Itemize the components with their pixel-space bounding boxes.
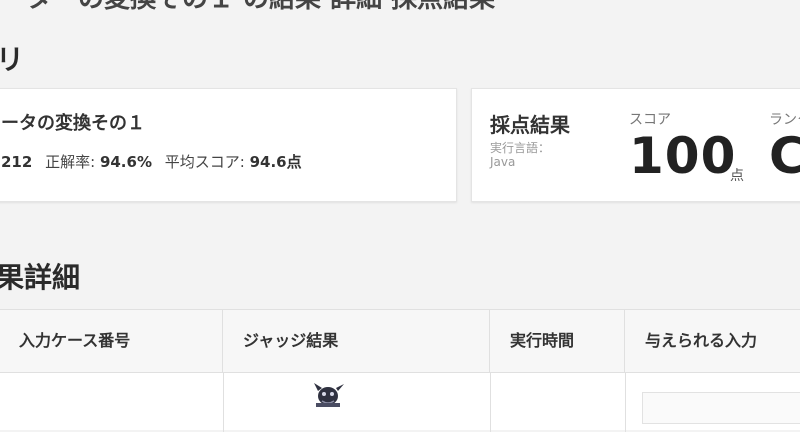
avg-score-label: 平均スコア: — [164, 153, 245, 171]
submission-count: 212 — [1, 153, 33, 171]
table-divider — [223, 372, 224, 432]
score-unit: 点 — [730, 168, 744, 184]
rank-label: ランク — [769, 112, 800, 128]
table-divider — [490, 372, 491, 432]
accuracy-value: 94.6% — [99, 153, 152, 171]
language-label: 実行言語： — [490, 141, 551, 155]
problem-card: ータの変換その１ 212 正解率: 94.6% 平均スコア: 94.6点 — [0, 88, 457, 202]
rank-value: C — [769, 127, 800, 185]
avg-score-value: 94.6点 — [249, 153, 302, 171]
result-card: 採点結果 実行言語： Java スコア 100 点 ランク C — [471, 88, 800, 202]
character-avatar-icon — [308, 381, 348, 407]
summary-heading: リ — [0, 43, 25, 76]
table-header: 入力ケース番号 ジャッジ結果 実行時間 与えられる入力 — [0, 310, 800, 373]
score-label: スコア — [629, 112, 671, 128]
col-given-input: 与えられる入力 — [645, 331, 758, 350]
col-exec-time: 実行時間 — [490, 310, 625, 372]
details-heading: 果詳細 — [0, 261, 81, 294]
problem-title: ータの変換その１ — [1, 113, 145, 134]
language-value: Java — [490, 155, 516, 169]
result-title: 採点結果 — [490, 113, 570, 137]
top-heading-cut: ーターの変換その１ の結果 詳細 採点結果 — [0, 0, 800, 15]
col-case-number: 入力ケース番号 — [0, 310, 223, 372]
problem-stats: 212 正解率: 94.6% 平均スコア: 94.6点 — [1, 151, 302, 172]
table-divider — [625, 372, 626, 432]
score-value: 100 — [629, 127, 737, 185]
col-judge-result: ジャッジ結果 — [223, 310, 490, 372]
accuracy-label: 正解率: — [45, 153, 96, 171]
given-input-cell — [642, 392, 800, 424]
